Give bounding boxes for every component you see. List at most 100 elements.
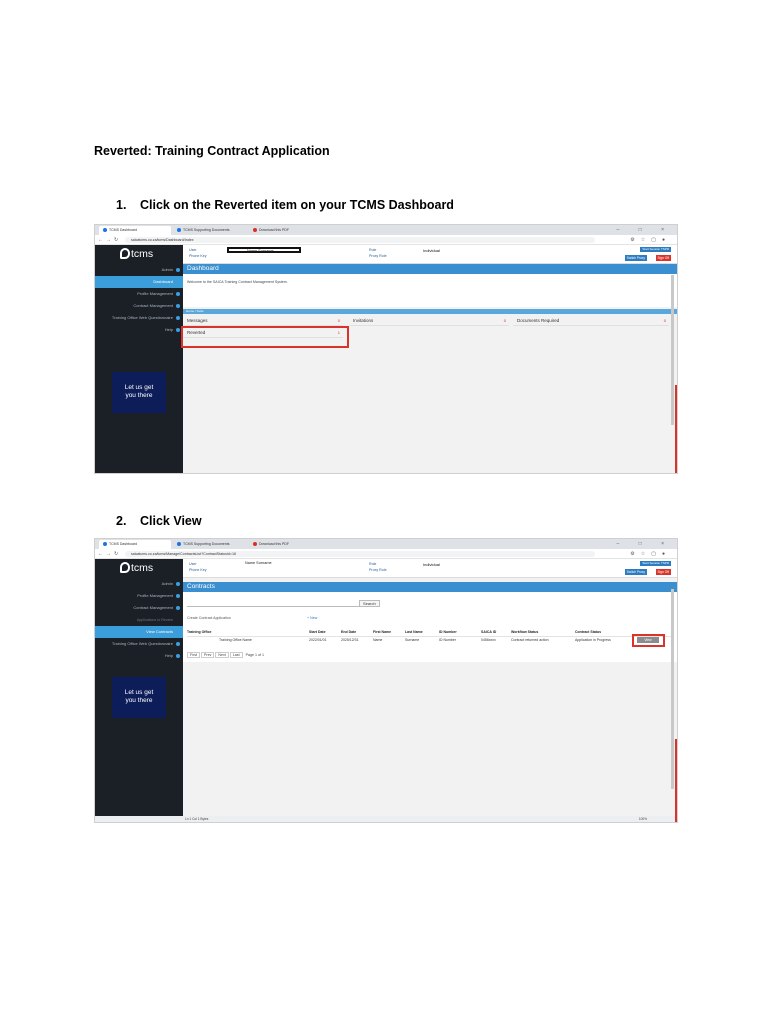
sidebar: tcms Admin Dashboard Profile Management …	[95, 245, 183, 473]
user-label: User	[189, 562, 197, 566]
proxy-label: Proxy Role	[369, 568, 387, 572]
welcome-text: Welcome to the SAICA Training Contract M…	[183, 274, 677, 307]
switch-proxy-button[interactable]: Switch Proxy	[624, 569, 647, 575]
sidebar-item-profile[interactable]: Profile Management	[95, 288, 183, 300]
create-label: Create Contract Application	[187, 616, 231, 620]
search-input[interactable]	[187, 600, 359, 607]
page-header: Contracts	[183, 582, 677, 592]
sidebar-item-questionnaire[interactable]: Training Office Web Questionnaire	[95, 638, 183, 650]
pagination: First Prev Next Last Page 1 of 1	[187, 652, 267, 658]
browser-tab[interactable]: TCMS Supporting Documents	[173, 226, 247, 235]
promo-banner: Let us get you there	[112, 677, 166, 718]
sidebar: tcms Admin Profile Management Contract M…	[95, 559, 183, 816]
step-text: Click View	[140, 514, 202, 528]
dashboard-screenshot: TCMS Dashboard TCMS Supporting Documents…	[94, 224, 678, 474]
nav-arrows-icon[interactable]: ←→↻	[98, 237, 121, 243]
extensions-icon[interactable]: ⚙☆▢●	[630, 551, 671, 557]
document-title: Reverted: Training Contract Application	[94, 144, 330, 158]
browser-tab[interactable]: TCMS Supporting Documents	[173, 540, 247, 549]
browser-tab-bar: TCMS Dashboard TCMS Supporting Documents…	[95, 539, 677, 549]
browser-tab[interactable]: TCMS Dashboard	[99, 540, 171, 549]
sidebar-item-contracts[interactable]: Contract Management	[95, 602, 183, 614]
table-cell: ID Number	[439, 638, 456, 642]
table-cell: 0456xxxx	[481, 638, 496, 642]
messages-widget[interactable]: Messages 0	[183, 316, 343, 326]
create-link[interactable]: + New	[307, 616, 317, 620]
sidebar-item-contracts[interactable]: Contract Management	[95, 300, 183, 312]
sidebar-item-admin[interactable]: Admin	[95, 578, 183, 590]
browser-tab[interactable]: Download this PDF	[249, 540, 323, 549]
scrollbar[interactable]	[671, 589, 674, 789]
pager-prev[interactable]: Prev	[201, 652, 215, 658]
logo-mark-icon	[120, 562, 130, 573]
phone-label: Phone Key	[189, 568, 207, 572]
status-bar: Ln 1 Col 1 Bytes 100%	[95, 816, 677, 822]
window-controls[interactable]: – □ ×	[617, 227, 674, 233]
edge-marker	[675, 385, 677, 473]
sidebar-item-applications[interactable]: Applications to Review	[95, 614, 183, 626]
username-field: Name Surname	[245, 561, 272, 565]
contracts-screenshot: TCMS Dashboard TCMS Supporting Documents…	[94, 538, 678, 823]
view-highlight	[632, 634, 665, 647]
create-row: Create Contract Application + New	[183, 612, 677, 626]
browser-tab[interactable]: TCMS Dashboard	[99, 226, 171, 235]
sidebar-item-dashboard[interactable]: Dashboard	[95, 276, 183, 288]
table-cell: 2025/12/31	[341, 638, 359, 642]
pager-next[interactable]: Next	[215, 652, 229, 658]
sidebar-item-help[interactable]: Help	[95, 324, 183, 336]
zoom-level: 100%	[638, 817, 647, 821]
tcms-app: tcms Admin Profile Management Contract M…	[95, 559, 677, 816]
role-label: Role	[369, 562, 377, 566]
browser-tab-bar: TCMS Dashboard TCMS Supporting Documents…	[95, 225, 677, 235]
sidebar-item-profile[interactable]: Profile Management	[95, 590, 183, 602]
sidebar-item-questionnaire[interactable]: Training Office Web Questionnaire	[95, 312, 183, 324]
scrollbar[interactable]	[671, 275, 674, 425]
dashboard-widgets: Messages 0 Invitations 0 Documents Require…	[181, 314, 677, 354]
url-field[interactable]: saicatcms.co.za/tcms/Dashboard/Index	[125, 237, 595, 243]
extensions-icon[interactable]: ⚙☆▢●	[630, 237, 671, 243]
column-header: ID Number	[439, 630, 457, 634]
tcms-logo: tcms	[95, 245, 183, 264]
search-row: Search	[183, 592, 677, 612]
address-bar: ←→↻ saicatcms.co.za/tcms/Manage/Contract…	[95, 549, 677, 559]
step-1: 1. Click on the Reverted item on your TCM…	[116, 198, 454, 212]
pager-info: Page 1 of 1	[245, 653, 264, 657]
sidebar-item-view-contracts[interactable]: View Contracts	[95, 626, 183, 638]
column-header: Start Date	[309, 630, 326, 634]
url-field[interactable]: saicatcms.co.za/tcms/Manage/ContractsLis…	[125, 551, 595, 557]
column-header: Last Name	[405, 630, 423, 634]
pager-last[interactable]: Last	[229, 652, 243, 658]
search-button[interactable]: Search	[359, 600, 380, 607]
contracts-table: Training Office Start Date End Date Firs…	[183, 626, 677, 662]
column-header: SAICA ID	[481, 630, 497, 634]
tcms-app: tcms Admin Dashboard Profile Management …	[95, 245, 677, 473]
start-session-button[interactable]: Start Session TSPR	[640, 561, 671, 566]
step-number: 2.	[116, 514, 127, 528]
table-cell: Surname	[405, 638, 420, 642]
promo-banner: Let us get you there	[112, 372, 166, 413]
switch-proxy-button[interactable]: Switch Proxy	[624, 255, 647, 261]
status-left: Ln 1 Col 1 Bytes	[185, 817, 209, 821]
user-label: User	[189, 248, 197, 252]
row-divider	[187, 636, 671, 637]
start-session-button[interactable]: Start Session TSPR	[640, 247, 671, 252]
address-bar: ←→↻ saicatcms.co.za/tcms/Dashboard/Index…	[95, 235, 677, 245]
sidebar-item-admin[interactable]: Admin	[95, 264, 183, 276]
sidebar-item-help[interactable]: Help	[95, 650, 183, 662]
documents-required-widget[interactable]: Documents Required 0	[513, 316, 669, 326]
column-header: End Date	[341, 630, 357, 634]
browser-tab[interactable]: Download this PDF	[249, 226, 323, 235]
role-label: Role	[369, 248, 377, 252]
main-content: User Phone Key Name Surname Role Proxy R…	[183, 559, 677, 816]
page-header: Dashboard	[183, 264, 677, 274]
nav-arrows-icon[interactable]: ←→↻	[98, 551, 121, 557]
column-header: Training Office	[187, 630, 212, 634]
logo-mark-icon	[120, 248, 130, 259]
table-cell: Application in Progress	[575, 638, 611, 642]
sign-off-button[interactable]: Sign Off	[655, 569, 671, 575]
pager-first[interactable]: First	[187, 652, 200, 658]
role-value: Individual	[423, 248, 440, 253]
invitations-widget[interactable]: Invitations 0	[349, 316, 509, 326]
sign-off-button[interactable]: Sign Off	[655, 255, 671, 261]
window-controls[interactable]: – □ ×	[617, 541, 674, 547]
